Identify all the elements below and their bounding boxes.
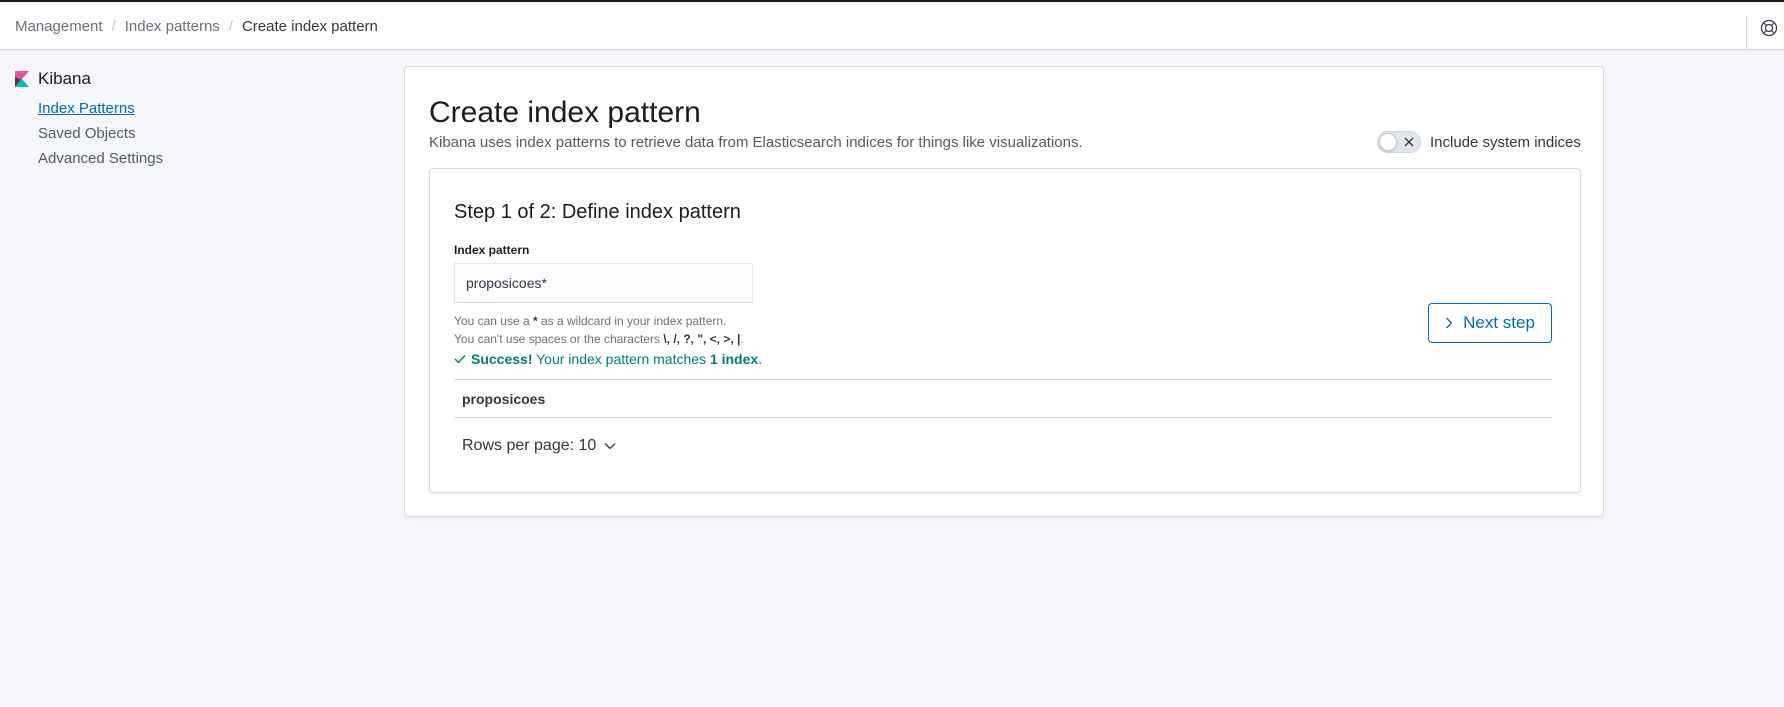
next-step-button[interactable]: Next step: [1428, 303, 1552, 343]
step-card: Step 1 of 2: Define index pattern Index …: [429, 168, 1581, 493]
index-pattern-label: Index pattern: [454, 243, 530, 257]
kibana-logo-icon: [15, 71, 29, 87]
include-system-indices-toggle[interactable]: Include system indices: [1377, 131, 1581, 153]
matching-indices-table: proposicoes: [454, 379, 1552, 418]
top-bar: Management / Index patterns / Create index p…: [0, 0, 1784, 50]
step-title: Step 1 of 2: Define index pattern: [454, 201, 741, 223]
success-message: Success! Your index pattern matches 1 in…: [454, 351, 762, 367]
page-title: Create index pattern: [429, 96, 701, 129]
table-row: proposicoes: [454, 380, 1552, 417]
success-strong: Success!: [471, 351, 533, 367]
create-index-pattern-panel: Create index pattern Kibana uses index p…: [404, 66, 1604, 517]
breadcrumb-separator: /: [228, 18, 233, 35]
toggle-knob: [1379, 133, 1397, 151]
rows-per-page-label: Rows per page: 10: [462, 437, 597, 454]
success-end: .: [758, 351, 763, 367]
check-icon: [454, 355, 466, 364]
close-icon: [1404, 137, 1414, 147]
breadcrumb: Management / Index patterns / Create index p…: [15, 17, 378, 37]
toggle-switch[interactable]: [1377, 131, 1421, 153]
sidebar-header: Kibana: [15, 68, 315, 90]
chevron-down-icon: [604, 443, 616, 450]
help-text-line1-suffix: as a wildcard in your index pattern.: [537, 314, 727, 328]
breadcrumb-management[interactable]: Management: [15, 18, 103, 35]
rows-per-page-button[interactable]: Rows per page: 10: [462, 434, 616, 458]
breadcrumb-current: Create index pattern: [241, 18, 378, 35]
index-pattern-input[interactable]: [454, 263, 753, 303]
sidebar-item-index-patterns[interactable]: Index Patterns: [38, 96, 315, 121]
success-text: Your index pattern matches: [532, 351, 710, 367]
sidebar: Kibana Index Patterns Saved Objects Adva…: [15, 68, 315, 171]
chevron-right-icon: [1446, 317, 1453, 329]
topbar-divider: [1746, 16, 1747, 50]
sidebar-item-advanced-settings[interactable]: Advanced Settings: [38, 146, 315, 171]
sidebar-item-saved-objects[interactable]: Saved Objects: [38, 121, 315, 146]
sidebar-app-title: Kibana: [38, 69, 91, 88]
success-count: 1 index: [709, 351, 759, 367]
breadcrumb-separator: /: [111, 18, 116, 35]
next-step-label: Next step: [1463, 313, 1535, 332]
breadcrumb-index-patterns[interactable]: Index patterns: [125, 18, 220, 35]
toggle-label: Include system indices: [1430, 133, 1581, 151]
help-text-line2: You can't use spaces or the characters: [454, 332, 664, 346]
page-description: Kibana uses index patterns to retrieve d…: [429, 134, 1083, 151]
help-text-line2-suffix: .: [740, 332, 744, 346]
index-name: proposicoes: [462, 390, 546, 407]
help-icon[interactable]: [1760, 19, 1778, 37]
help-text-line1: You can use a: [454, 314, 533, 328]
help-invalid-chars: \, /, ?, ", <, >, |: [663, 332, 741, 346]
index-pattern-help: You can use a * as a wildcard in your in…: [454, 312, 744, 348]
